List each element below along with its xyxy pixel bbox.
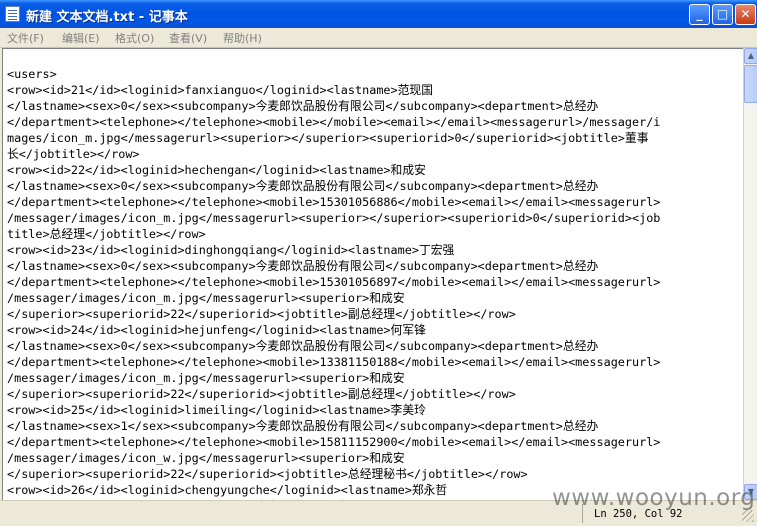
notepad-icon[interactable] (5, 6, 20, 22)
close-button[interactable]: ✕ (735, 4, 756, 25)
watermark: www.wooyun.org (552, 485, 756, 511)
minimize-button[interactable]: _ (689, 4, 710, 25)
menu-edit[interactable]: 编辑(E) (62, 30, 100, 46)
scroll-thumb[interactable] (744, 65, 757, 103)
vertical-scrollbar[interactable]: ▲ ▼ (743, 48, 757, 500)
notepad-window: 新建 文本文档.txt - 记事本 _ □ ✕ 文件(F) 编辑(E) 格式(O… (0, 0, 757, 526)
window-title: 新建 文本文档.txt - 记事本 (26, 10, 188, 25)
editor-content[interactable]: <users> <row><id>21</id><loginid>fanxian… (7, 66, 660, 500)
resize-grip[interactable] (742, 510, 754, 522)
menu-file[interactable]: 文件(F) (7, 30, 44, 46)
scroll-up-button[interactable]: ▲ (744, 48, 757, 64)
menu-help[interactable]: 帮助(H) (223, 30, 262, 46)
menu-format[interactable]: 格式(O) (115, 30, 154, 46)
title-bar[interactable]: 新建 文本文档.txt - 记事本 _ □ ✕ (0, 0, 757, 28)
menu-bar: 文件(F) 编辑(E) 格式(O) 查看(V) 帮助(H) (0, 28, 757, 48)
maximize-button[interactable]: □ (712, 4, 733, 25)
text-editor[interactable]: <users> <row><id>21</id><loginid>fanxian… (2, 48, 743, 500)
menu-view[interactable]: 查看(V) (169, 30, 207, 46)
